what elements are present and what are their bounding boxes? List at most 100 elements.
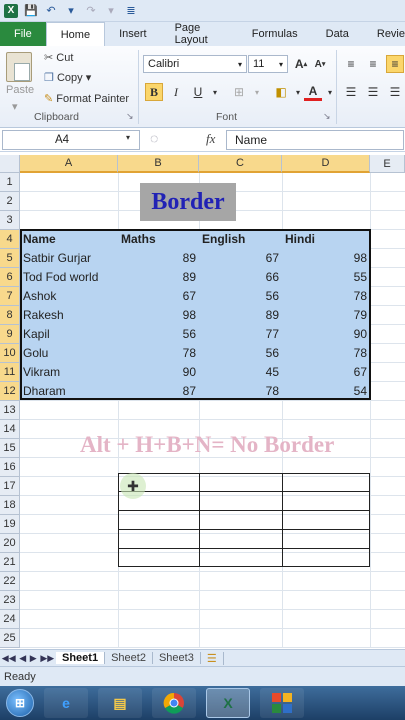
name-box-dropdown-icon[interactable]: ▾ [126, 133, 130, 142]
file-explorer-icon[interactable]: ▤ [98, 688, 142, 718]
start-button-icon[interactable]: ⊞ [6, 689, 34, 717]
chrome-icon[interactable] [152, 688, 196, 718]
bold-button[interactable]: B [145, 83, 163, 101]
worksheet-grid[interactable]: A B C D E 1 2 3 4 5 6 7 8 9 10 11 12 13 14 15 16 17 18 19 2… [0, 152, 405, 649]
table-cell[interactable]: 67 [282, 362, 370, 381]
row-header-20[interactable]: 20 [0, 534, 20, 553]
excel-taskbar-icon[interactable]: X [206, 688, 250, 718]
insert-function-icon[interactable]: fx [206, 131, 215, 147]
align-middle-icon[interactable]: ≡ [364, 55, 382, 73]
borders-dropdown-icon[interactable]: ▾ [248, 83, 266, 101]
align-top-icon[interactable]: ≡ [342, 55, 360, 73]
prev-sheet-icon[interactable]: ◀ [19, 653, 26, 664]
select-all-corner[interactable] [0, 155, 20, 173]
table-cell[interactable]: 56 [118, 324, 199, 343]
sheet-tab-sheet1[interactable]: Sheet1 [56, 652, 106, 664]
fill-color-icon[interactable]: ◧ [272, 83, 290, 101]
tab-page-layout[interactable]: Page Layout [161, 22, 238, 46]
table-cell[interactable]: Tod Fod world [20, 267, 118, 286]
row-header-5[interactable]: 5 [0, 249, 20, 268]
table-header-cell[interactable]: Name [20, 229, 118, 248]
tab-file[interactable]: File [0, 22, 46, 46]
paste-icon[interactable] [6, 52, 32, 82]
shrink-font-icon[interactable]: A ▾ [311, 55, 329, 73]
underline-dropdown-icon[interactable]: ▾ [206, 83, 224, 101]
table-header-cell[interactable]: Hindi [282, 229, 370, 248]
table-cell[interactable]: 78 [199, 381, 282, 400]
row-header-8[interactable]: 8 [0, 306, 20, 325]
row-header-21[interactable]: 21 [0, 553, 20, 572]
row-header-1[interactable]: 1 [0, 173, 20, 192]
redo-icon[interactable]: ↷ [84, 4, 98, 18]
title-cell[interactable]: Border [140, 183, 236, 221]
table-cell[interactable]: 98 [118, 305, 199, 324]
table-cell[interactable]: 67 [199, 248, 282, 267]
table-cell[interactable]: 90 [282, 324, 370, 343]
row-header-11[interactable]: 11 [0, 363, 20, 382]
table-cell[interactable]: 89 [118, 267, 199, 286]
customize-toolbar-icon[interactable]: ≣ [124, 4, 138, 18]
table-cell[interactable]: 78 [282, 286, 370, 305]
table-cell[interactable]: 77 [199, 324, 282, 343]
tab-insert[interactable]: Insert [105, 22, 161, 46]
sheet-tab-sheet2[interactable]: Sheet2 [105, 652, 153, 664]
table-cell[interactable]: 89 [199, 305, 282, 324]
table-cell[interactable]: 54 [282, 381, 370, 400]
table-cell[interactable]: 67 [118, 286, 199, 305]
row-header-25[interactable]: 25 [0, 629, 20, 648]
table-cell[interactable]: 79 [282, 305, 370, 324]
tab-home[interactable]: Home [45, 22, 106, 46]
row-header-18[interactable]: 18 [0, 496, 20, 515]
table-cell[interactable]: Rakesh [20, 305, 118, 324]
row-header-9[interactable]: 9 [0, 325, 20, 344]
table-cell[interactable]: 87 [118, 381, 199, 400]
sheet-tab-sheet3[interactable]: Sheet3 [153, 652, 201, 664]
tab-data[interactable]: Data [312, 22, 363, 46]
table-cell[interactable]: 78 [118, 343, 199, 362]
row-header-10[interactable]: 10 [0, 344, 20, 363]
formula-bar-splitter-icon[interactable]: ◌ [150, 130, 158, 146]
clipboard-dialog-launcher-icon[interactable]: ↘ [126, 111, 134, 122]
row-header-7[interactable]: 7 [0, 287, 20, 306]
row-header-17[interactable]: 17 [0, 477, 20, 496]
column-header-b[interactable]: B [118, 155, 199, 173]
font-dialog-launcher-icon[interactable]: ↘ [323, 111, 331, 122]
format-painter-button[interactable]: ✎ Format Painter [44, 92, 129, 105]
table-cell[interactable]: Satbir Gurjar [20, 248, 118, 267]
column-header-c[interactable]: C [199, 155, 282, 173]
underline-button[interactable]: U [189, 83, 207, 101]
row-header-16[interactable]: 16 [0, 458, 20, 477]
table-cell[interactable]: 90 [118, 362, 199, 381]
tab-review[interactable]: Revie [363, 22, 405, 46]
row-header-19[interactable]: 19 [0, 515, 20, 534]
row-header-4[interactable]: 4 [0, 230, 20, 249]
row-header-6[interactable]: 6 [0, 268, 20, 287]
table-cell[interactable]: 45 [199, 362, 282, 381]
column-header-e[interactable]: E [370, 155, 405, 173]
redo-dropdown-icon[interactable]: ▾ [104, 4, 118, 18]
table-cell[interactable]: 78 [282, 343, 370, 362]
column-header-a[interactable]: A [20, 155, 118, 173]
name-box[interactable]: A4 [2, 130, 140, 150]
row-header-3[interactable]: 3 [0, 211, 20, 230]
table-cell[interactable]: Ashok [20, 286, 118, 305]
internet-explorer-icon[interactable]: e [44, 688, 88, 718]
formula-input[interactable]: Name [226, 130, 404, 150]
grow-font-icon[interactable]: A ▴ [292, 55, 310, 73]
insert-sheet-icon[interactable]: ☰ [201, 651, 224, 665]
paste-button[interactable]: Paste [6, 84, 34, 96]
font-name-combo[interactable]: Calibri ▾ [143, 55, 247, 73]
table-cell[interactable]: 98 [282, 248, 370, 267]
table-cell[interactable]: Vikram [20, 362, 118, 381]
table-cell[interactable]: 56 [199, 286, 282, 305]
font-color-icon[interactable]: A [304, 83, 322, 101]
table-cell[interactable]: Golu [20, 343, 118, 362]
table-header-cell[interactable]: Maths [118, 229, 199, 248]
paste-dropdown-icon[interactable]: ▾ [12, 100, 18, 113]
table-cell[interactable]: Kapil [20, 324, 118, 343]
align-center-icon[interactable]: ☰ [364, 83, 382, 101]
font-size-combo[interactable]: 11 ▾ [248, 55, 288, 73]
next-sheet-icon[interactable]: ▶ [30, 653, 37, 664]
row-header-22[interactable]: 22 [0, 572, 20, 591]
column-header-d[interactable]: D [282, 155, 370, 173]
